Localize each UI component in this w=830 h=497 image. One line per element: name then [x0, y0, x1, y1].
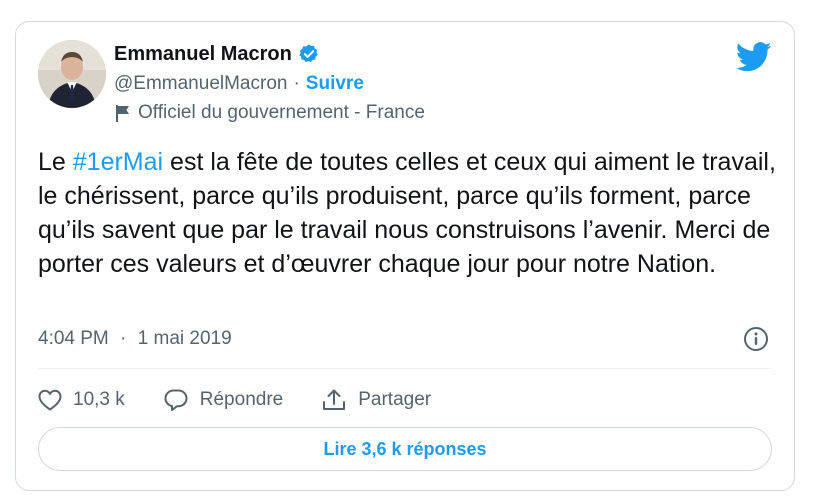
like-count: 10,3 k [73, 389, 125, 410]
heart-icon [38, 389, 62, 411]
share-button[interactable]: Partager [321, 388, 431, 412]
tweet-timestamp[interactable]: 4:04 PM · 1 mai 2019 [38, 328, 232, 350]
avatar[interactable] [38, 40, 106, 108]
reply-button[interactable]: Répondre [163, 388, 283, 412]
info-icon[interactable] [743, 326, 769, 352]
tweet-text-start: Le [38, 148, 73, 176]
handle-separator: · [293, 73, 300, 94]
author-name-row: Emmanuel Macron [114, 42, 320, 66]
account-label-row: Officiel du gouvernement - France [114, 102, 425, 124]
hashtag-link[interactable]: #1erMai [73, 148, 163, 176]
account-label[interactable]: Officiel du gouvernement - France [138, 102, 425, 124]
speech-bubble-icon [164, 389, 188, 411]
follow-button[interactable]: Suivre [306, 73, 364, 95]
like-button[interactable]: 10,3 k [38, 389, 125, 411]
avatar-photo [38, 40, 106, 108]
twitter-bird-icon[interactable] [735, 42, 772, 72]
reply-label: Répondre [199, 389, 284, 410]
divider [38, 368, 772, 369]
author-handle[interactable]: @EmmanuelMacron [114, 73, 287, 95]
flag-icon [114, 103, 132, 123]
author-handle-row: @EmmanuelMacron · Suivre [114, 73, 364, 95]
tweet-time: 4:04 PM [38, 328, 109, 349]
share-label: Partager [358, 389, 432, 410]
time-separator: · [120, 328, 127, 349]
share-upload-icon [323, 389, 346, 410]
action-bar: 10,3 k Répondre Partager [38, 385, 469, 415]
tweet-card: Emmanuel Macron @EmmanuelMacron · Suivre… [15, 21, 795, 491]
tweet-text: Le #1erMai est la fête de toutes celles … [38, 145, 778, 281]
verified-badge-icon [298, 43, 320, 65]
tweet-date: 1 mai 2019 [137, 328, 232, 349]
read-replies-button[interactable]: Lire 3,6 k réponses [38, 427, 772, 471]
author-name[interactable]: Emmanuel Macron [114, 43, 292, 66]
